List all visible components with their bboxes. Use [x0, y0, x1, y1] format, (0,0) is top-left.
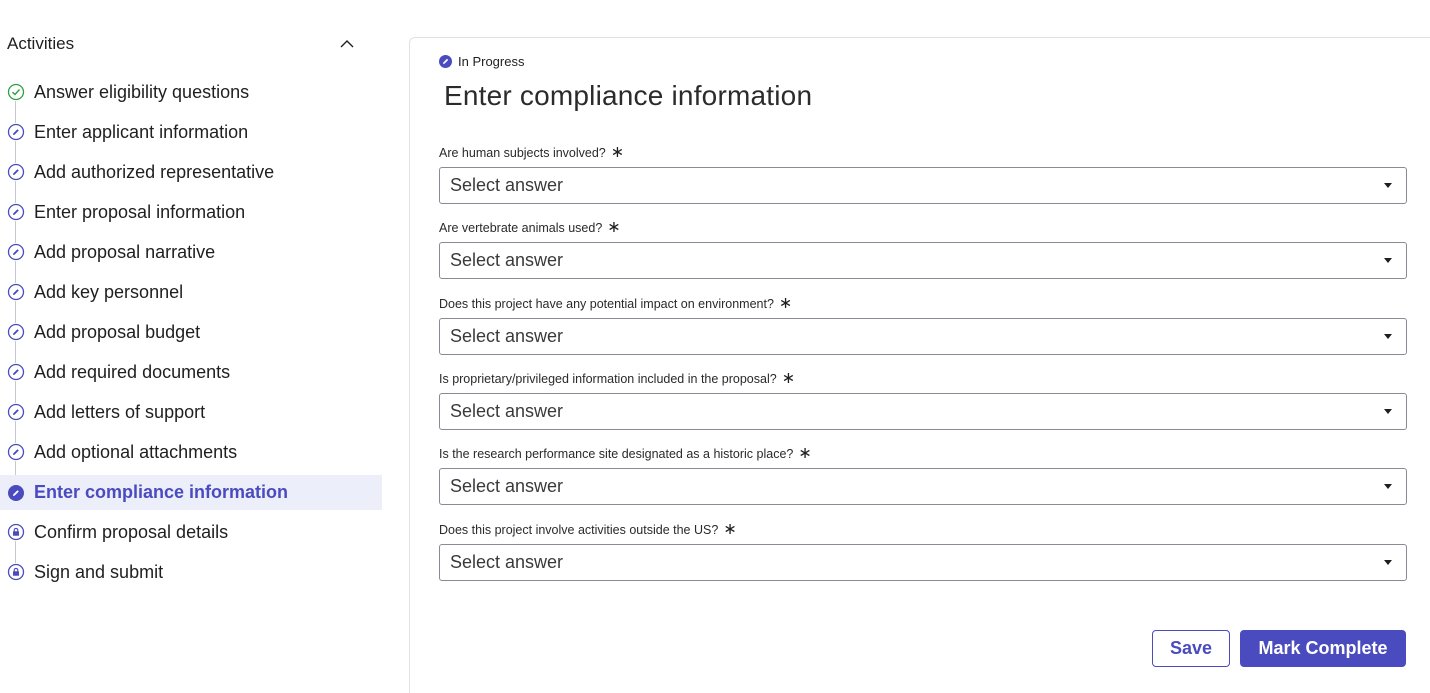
required-asterisk-icon: ∗ [610, 144, 625, 161]
caret-down-icon [1384, 484, 1392, 489]
activities-sidebar: Activities Answer eligibility questions E… [0, 0, 382, 693]
sidebar-step[interactable]: Add authorized representative [0, 152, 382, 203]
sidebar-step-label: Sign and submit [34, 561, 164, 582]
caret-down-icon [1384, 183, 1392, 188]
select-value: Select answer [450, 552, 564, 572]
select-value: Select answer [450, 250, 564, 270]
sidebar-step[interactable]: Answer eligibility questions [0, 72, 382, 123]
required-asterisk-icon: ∗ [607, 219, 621, 236]
activity-step-list: Answer eligibility questions Enter applic… [0, 72, 382, 592]
answer-select[interactable]: Select answer [439, 167, 1407, 204]
compliance-question: Are vertebrate animals used? ∗ Select answ… [439, 219, 1407, 279]
form-actions: Save Mark Complete [1152, 630, 1406, 667]
required-asterisk-icon: ∗ [798, 445, 812, 462]
sidebar-step: Sign and submit [0, 552, 382, 592]
sidebar-step-label: Enter compliance information [34, 482, 289, 502]
pencil-circle-icon [7, 163, 25, 181]
sidebar-step-label: Answer eligibility questions [34, 81, 250, 102]
mark-complete-button[interactable]: Mark Complete [1240, 630, 1406, 667]
caret-down-icon [1384, 258, 1392, 263]
main-panel: In Progress Enter compliance information… [409, 37, 1430, 693]
answer-select[interactable]: Select answer [439, 318, 1407, 355]
compliance-question: Does this project involve activities out… [439, 521, 1407, 581]
pencil-circle-filled-icon [7, 484, 25, 502]
sidebar-step-label: Add required documents [34, 361, 231, 382]
question-label: Does this project involve activities out… [439, 521, 1407, 539]
required-asterisk-icon: ∗ [781, 370, 796, 387]
pencil-circle-icon [7, 323, 25, 341]
collapse-sidebar-button[interactable] [337, 34, 357, 54]
sidebar-step-label: Add key personnel [34, 281, 184, 302]
question-label: Are vertebrate animals used? ∗ [439, 219, 1407, 237]
compliance-question: Are human subjects involved? ∗ Select answ… [439, 144, 1407, 204]
sidebar-step-label: Add proposal narrative [34, 241, 216, 262]
save-button[interactable]: Save [1152, 630, 1230, 667]
sidebar-step[interactable]: Add proposal narrative [0, 232, 382, 283]
sidebar-step-label: Add letters of support [34, 401, 206, 422]
sidebar-step[interactable]: Enter proposal information [0, 192, 382, 243]
chevron-up-icon [340, 40, 354, 48]
answer-select[interactable]: Select answer [439, 393, 1407, 430]
select-value: Select answer [450, 401, 564, 421]
answer-select[interactable]: Select answer [439, 468, 1407, 505]
status-text: In Progress [458, 54, 525, 69]
question-text: Does this project involve activities out… [439, 523, 719, 537]
pencil-circle-icon [7, 403, 25, 421]
pencil-circle-icon [7, 443, 25, 461]
page-title: Enter compliance information [444, 80, 813, 111]
pencil-circle-icon [7, 363, 25, 381]
compliance-question: Does this project have any potential imp… [439, 295, 1407, 355]
answer-select[interactable]: Select answer [439, 242, 1407, 279]
lock-circle-icon [7, 523, 25, 541]
sidebar-step[interactable]: Add letters of support [0, 392, 382, 443]
question-text: Does this project have any potential imp… [439, 297, 774, 311]
answer-select[interactable]: Select answer [439, 544, 1407, 581]
select-value: Select answer [450, 476, 564, 496]
required-asterisk-icon: ∗ [723, 521, 737, 538]
question-label: Are human subjects involved? ∗ [439, 144, 1407, 162]
sidebar-step-label: Enter proposal information [34, 201, 246, 222]
pencil-circle-icon [7, 203, 25, 221]
sidebar-step-label: Enter applicant information [34, 121, 249, 142]
sidebar-step: Confirm proposal details [0, 512, 382, 563]
select-value: Select answer [450, 175, 564, 195]
pencil-circle-icon [7, 243, 25, 261]
sidebar-step-label: Confirm proposal details [34, 521, 229, 542]
caret-down-icon [1384, 409, 1392, 414]
status-indicator: In Progress [439, 54, 524, 69]
check-circle-icon [7, 83, 25, 101]
question-text: Are human subjects involved? [439, 146, 606, 160]
pencil-circle-icon [7, 123, 25, 141]
caret-down-icon [1384, 334, 1392, 339]
sidebar-step[interactable]: Enter applicant information [0, 112, 382, 163]
sidebar-step[interactable]: Add key personnel [0, 272, 382, 323]
question-text: Is the research performance site designa… [439, 447, 794, 461]
sidebar-header: Activities [7, 33, 357, 55]
sidebar-step[interactable]: Enter compliance information [0, 475, 382, 510]
compliance-question: Is proprietary/privileged information in… [439, 370, 1407, 430]
sidebar-step[interactable]: Add proposal budget [0, 312, 382, 363]
sidebar-title: Activities [7, 34, 75, 53]
sidebar-step[interactable]: Add required documents [0, 352, 382, 403]
lock-circle-icon [7, 563, 25, 581]
question-label: Is proprietary/privileged information in… [439, 370, 1407, 388]
question-text: Are vertebrate animals used? [439, 221, 603, 235]
sidebar-step-label: Add optional attachments [34, 441, 238, 462]
sidebar-step[interactable]: Add optional attachments [0, 432, 382, 483]
sidebar-step-label: Add authorized representative [34, 161, 275, 182]
question-label: Does this project have any potential imp… [439, 295, 1407, 313]
question-label: Is the research performance site designa… [439, 445, 1407, 463]
caret-down-icon [1384, 560, 1392, 565]
compliance-question: Is the research performance site designa… [439, 445, 1407, 505]
in-progress-icon [439, 55, 452, 68]
select-value: Select answer [450, 326, 564, 346]
sidebar-step-label: Add proposal budget [34, 321, 201, 342]
pencil-circle-icon [7, 283, 25, 301]
question-text: Is proprietary/privileged information in… [439, 372, 777, 386]
required-asterisk-icon: ∗ [778, 295, 793, 312]
